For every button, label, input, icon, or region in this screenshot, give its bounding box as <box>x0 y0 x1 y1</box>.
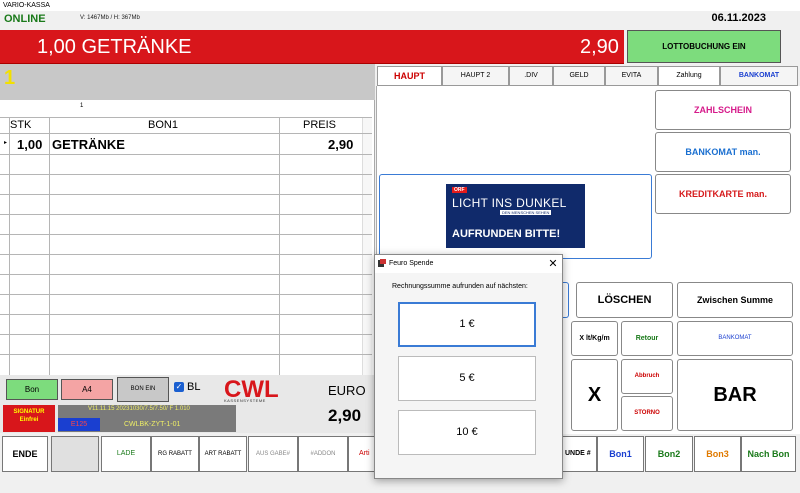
ende-button[interactable]: ENDE <box>2 436 48 472</box>
bar-payment-button[interactable]: BAR <box>677 359 793 431</box>
column-number: 1 <box>80 103 84 109</box>
close-icon[interactable]: ✕ <box>545 255 561 273</box>
bankomat-button[interactable]: BANKOMAT <box>677 321 793 356</box>
tab-zahlung[interactable]: Zahlung <box>658 66 720 86</box>
online-status: ONLINE <box>4 13 46 25</box>
tab-geld[interactable]: GELD <box>553 66 605 86</box>
grid-line <box>0 154 372 155</box>
grid-line <box>0 214 372 215</box>
table-header-strip <box>0 64 375 100</box>
kunde-button[interactable]: UNDE # <box>557 436 597 472</box>
grid-line <box>0 234 372 235</box>
row-qty[interactable]: 1,00 <box>17 137 42 152</box>
grid-line <box>0 294 372 295</box>
date-display: 06.11.2023 <box>711 12 766 24</box>
grid-line <box>0 174 372 175</box>
kreditkarte-manual-button[interactable]: KREDITKARTE man. <box>655 174 791 214</box>
retour-button[interactable]: Retour <box>621 321 673 356</box>
grid-line <box>49 118 50 375</box>
bankomat-manual-button[interactable]: BANKOMAT man. <box>655 132 791 172</box>
tab-div[interactable]: .DIV <box>509 66 553 86</box>
round-up-10-button[interactable]: 10 € <box>398 410 536 455</box>
column-header-price: PREIS <box>303 119 337 131</box>
row-item-name[interactable]: GETRÄNKE <box>52 137 125 152</box>
current-item-price: 2,90 <box>580 36 619 58</box>
grid-line <box>0 314 372 315</box>
zwischen-summe-button[interactable]: Zwischen Summe <box>677 282 793 318</box>
tab-bankomat[interactable]: BANKOMAT <box>720 66 798 86</box>
round-up-1-button[interactable]: 1 € <box>398 302 536 347</box>
signatur-label: SIGNATUR <box>13 409 45 415</box>
currency-label: EURO <box>328 383 366 398</box>
table-number: 1 <box>4 67 16 89</box>
bon-button[interactable]: Bon <box>6 379 58 400</box>
loeschen-button[interactable]: LÖSCHEN <box>576 282 673 318</box>
grid-line <box>0 133 372 134</box>
multiply-button[interactable]: X <box>571 359 618 431</box>
total-amount: 2,90 <box>328 406 362 425</box>
version-info: V11.11.15 20231030/7.5/7.50/ F 1.010 <box>88 406 190 412</box>
nach-bon-button[interactable]: Nach Bon <box>741 436 796 472</box>
ausgabe-button[interactable]: AUS GABE# <box>248 436 298 472</box>
column-header-qty: STK <box>10 119 32 131</box>
lotto-booking-button[interactable]: LOTTOBUCHUNG EIN <box>627 30 781 63</box>
banner-cta: AUFRUNDEN BITTE! <box>452 228 561 240</box>
storno-button[interactable]: STORNO <box>621 396 673 431</box>
receipt-scrollbar[interactable] <box>362 118 372 375</box>
banner-title: LICHT INS DUNKEL <box>452 196 567 210</box>
cwl-code: CWLBK-ZYT-1-01 <box>124 421 181 428</box>
grid-line <box>279 118 280 375</box>
bon2-button[interactable]: Bon2 <box>645 436 693 472</box>
current-item-label: 1,00 GETRÄNKE <box>37 36 192 58</box>
grid-line <box>0 254 372 255</box>
window-title: VARIO-KASSA <box>0 0 800 11</box>
addon-button[interactable]: #ADDON <box>298 436 348 472</box>
app-icon <box>378 259 386 267</box>
grid-line <box>0 334 372 335</box>
round-up-5-button[interactable]: 5 € <box>398 356 536 401</box>
x-unit-button[interactable]: X lt/Kg/m <box>571 321 618 356</box>
grid-line <box>0 117 372 118</box>
bl-checkbox[interactable]: ✓ <box>174 382 184 392</box>
dialog-prompt: Rechnungssumme aufrunden auf nächsten: <box>392 283 528 290</box>
memory-info: V: 1467Mb / H: 367Mb <box>80 15 140 21</box>
abbruch-button[interactable]: Abbruch <box>621 359 673 394</box>
banner-tagline: DEN MENSCHEN SEHEN <box>500 210 552 215</box>
bon-ein-button[interactable]: BON EIN <box>117 377 169 402</box>
tab-evita[interactable]: EVITA <box>605 66 658 86</box>
row-pointer-icon: ▸ <box>4 140 8 146</box>
zahlschein-button[interactable]: ZAHLSCHEIN <box>655 90 791 130</box>
logo-subtitle: KASSENSYSTEME <box>224 398 266 403</box>
grid-line <box>0 194 372 195</box>
error-code-badge: E125 <box>58 418 100 431</box>
grid-line <box>0 354 372 355</box>
bon3-button[interactable]: Bon3 <box>694 436 741 472</box>
art-rabatt-button[interactable]: ART RABATT <box>199 436 247 472</box>
tab-haupt[interactable]: HAUPT <box>377 66 442 86</box>
signatur-sub: Einfrei <box>19 417 39 423</box>
a4-button[interactable]: A4 <box>61 379 113 400</box>
row-price[interactable]: 2,90 <box>328 137 353 152</box>
rg-rabatt-button[interactable]: RG RABATT <box>151 436 199 472</box>
tab-haupt-2[interactable]: HAUPT 2 <box>442 66 509 86</box>
grid-line <box>9 118 10 375</box>
blank-button[interactable] <box>51 436 99 472</box>
lade-button[interactable]: LADE <box>101 436 151 472</box>
grid-line <box>0 274 372 275</box>
orf-logo: ORF <box>452 187 467 193</box>
hidden-button-edge[interactable] <box>563 282 569 318</box>
column-header-item: BON1 <box>148 119 178 131</box>
signatur-badge: SIGNATUR Einfrei <box>3 405 55 432</box>
dialog-title: Feuro Spende <box>375 255 562 273</box>
bon1-button[interactable]: Bon1 <box>597 436 644 472</box>
bl-label: BL <box>187 381 201 393</box>
